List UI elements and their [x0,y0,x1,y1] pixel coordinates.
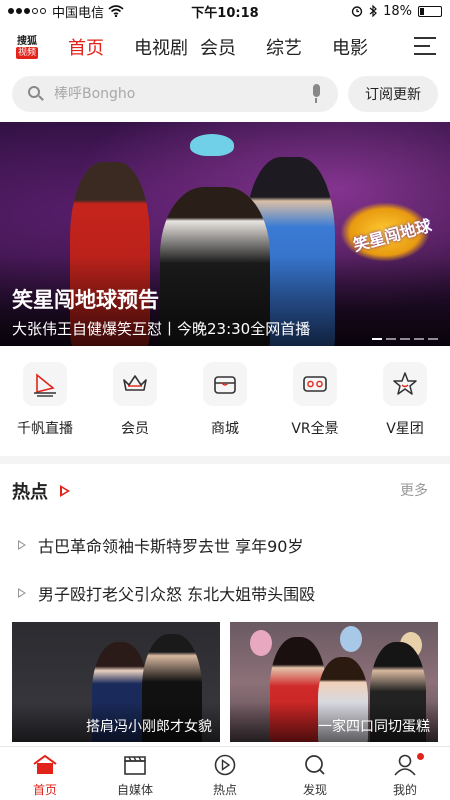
alarm-icon [351,6,363,17]
channel-tabs: 首页 电视剧 会员 综艺 电影 [68,34,398,60]
tab-label: 我的 [392,783,417,797]
sail-icon [23,362,67,406]
video-card[interactable]: 搭肩冯小刚郎才女貌 [12,622,220,742]
hot-section-header: 热点 更多 [0,478,450,504]
clapperboard-icon [124,756,146,775]
user-icon [394,754,416,776]
news-item[interactable]: 男子殴打老父引众怒 东北大姐带头围殴 [0,578,450,608]
tab-movies[interactable]: 电影 [332,34,398,60]
search-input[interactable] [54,86,284,102]
quick-link-vstar[interactable]: V星团 [360,362,450,452]
play-arrow-icon [60,485,70,497]
home-icon [33,754,57,774]
video-card[interactable]: 一家四口同切蛋糕 [230,622,438,742]
wifi-icon [108,5,124,17]
search-row: 订阅更新 [0,76,450,114]
menu-icon[interactable] [414,37,436,55]
sohu-video-logo[interactable]: 搜狐 视频 [12,32,42,62]
bluetooth-icon [369,5,377,17]
quick-links: 千帆直播 会员 商城 VR全景 V星团 [0,362,450,452]
vr-goggles-icon [293,362,337,406]
tab-label: 自媒体 [116,783,153,797]
star-icon [383,362,427,406]
hot-section-title: 热点 [12,482,48,503]
crown-icon [113,362,157,406]
tab-tv-series[interactable]: 电视剧 [134,34,200,60]
top-nav: 搜狐 视频 首页 电视剧 会员 综艺 电影 [0,24,450,70]
tab-label: 热点 [212,783,237,797]
tab-bar-media[interactable]: 自媒体 [90,747,180,800]
quick-link-label: 千帆直播 [17,421,73,437]
play-bullet-icon [18,540,26,550]
party-mask-graphic [190,134,234,156]
status-left: 中国电信 [8,2,168,21]
tab-vip[interactable]: 会员 [200,34,266,60]
play-bullet-icon [18,588,26,598]
section-divider [0,456,450,464]
video-card-caption: 一家四口同切蛋糕 [318,719,430,735]
battery-fill [420,7,424,15]
more-link[interactable]: 更多 [400,480,428,500]
quick-link-label: VR全景 [291,421,339,437]
balloon-graphic [340,626,362,652]
banner-subtitle: 大张伟王自健爆笑互怼丨今晚23:30全网首播 [12,320,311,338]
tab-label: 发现 [302,783,327,797]
status-time: 下午10:18 [191,5,259,21]
search-box[interactable] [12,76,338,112]
status-bar: 中国电信 下午10:18 18% [0,0,450,22]
notification-dot [417,753,424,760]
carrier-label: 中国电信 [52,5,105,21]
battery-percent: 18% [383,3,412,19]
hero-banner[interactable]: 笑星闯地球 笑星闯地球预告 大张伟王自健爆笑互怼丨今晚23:30全网首播 [0,122,450,346]
status-right: 18% [282,4,442,19]
tab-bar-home[interactable]: 首页 [0,747,90,800]
quick-link-store[interactable]: 商城 [180,362,270,452]
balloon-graphic [250,630,272,656]
bottom-tab-bar: 首页 自媒体 热点 发现 我的 [0,746,450,800]
tab-bar-hot[interactable]: 热点 [180,747,270,800]
tab-home[interactable]: 首页 [68,34,134,60]
news-headline: 男子殴打老父引众怒 东北大姐带头围殴 [38,585,316,604]
carousel-indicator[interactable] [372,338,438,340]
search-icon [305,755,325,775]
microphone-icon[interactable] [310,84,322,104]
battery-icon [418,5,442,17]
search-icon [28,86,44,102]
logo-top-text: 搜狐 [17,35,37,47]
quick-link-vr[interactable]: VR全景 [270,362,360,452]
banner-title: 笑星闯地球预告 [12,288,159,312]
quick-link-label: 会员 [121,421,149,437]
tab-label: 首页 [32,783,57,797]
video-card-caption: 搭肩冯小刚郎才女貌 [86,719,212,735]
news-item[interactable]: 古巴革命领袖卡斯特罗去世 享年90岁 [0,530,450,560]
quick-link-label: 商城 [211,421,239,437]
quick-link-label: V星团 [386,421,424,437]
quick-link-vip[interactable]: 会员 [90,362,180,452]
logo-bottom-text: 视频 [15,46,38,59]
store-icon [203,362,247,406]
signal-strength-icon [8,8,46,14]
tab-bar-discover[interactable]: 发现 [270,747,360,800]
tab-bar-me[interactable]: 我的 [360,747,450,800]
quick-link-live[interactable]: 千帆直播 [0,362,90,452]
play-circle-icon [214,754,236,776]
tab-variety[interactable]: 综艺 [266,34,332,60]
news-headline: 古巴革命领袖卡斯特罗去世 享年90岁 [38,537,304,556]
subscribe-updates-button[interactable]: 订阅更新 [348,76,438,112]
